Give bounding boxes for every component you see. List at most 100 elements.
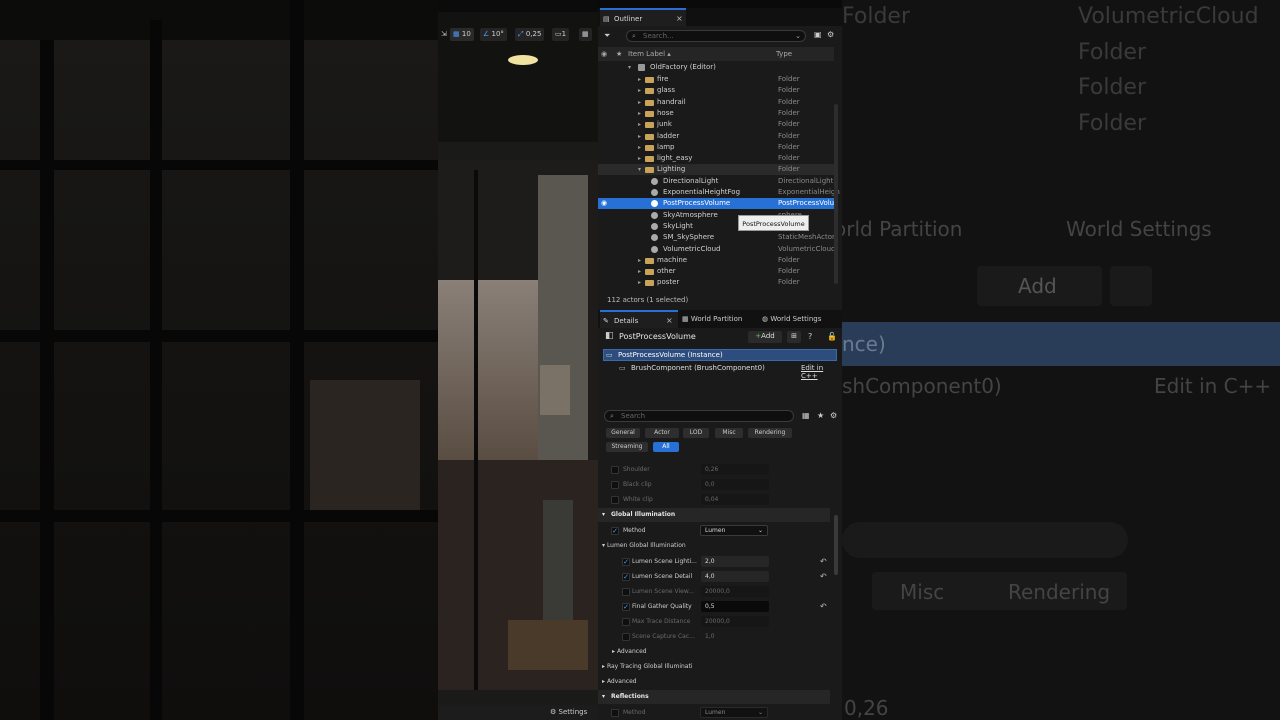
checkbox-checked[interactable]: ✓ — [611, 527, 619, 535]
outliner-row[interactable]: ▸ ladder Folder — [598, 131, 834, 142]
outliner-row[interactable]: ▸ glass Folder — [598, 85, 834, 96]
chevron-right-icon[interactable]: ▸ — [638, 255, 641, 266]
expand-arrow-icon[interactable]: ▾ — [628, 62, 631, 73]
prop-value[interactable]: 0,26 — [701, 464, 769, 475]
eye-icon[interactable]: ◉ — [601, 198, 607, 209]
outliner-row[interactable]: ◉ PostProcessVolume PostProcessVolu — [598, 198, 834, 210]
chevron-right-icon[interactable]: ▸ — [638, 153, 641, 164]
outliner-row[interactable]: ▸ lamp Folder — [598, 142, 834, 153]
chevron-down-icon[interactable]: ⌄ — [795, 31, 801, 41]
outliner-row[interactable]: DirectionalLight DirectionalLight — [598, 176, 834, 187]
section-global-illumination[interactable]: ▾ Global Illumination — [598, 508, 830, 522]
cat-misc[interactable]: Misc — [715, 428, 743, 438]
tab-world-settings[interactable]: ◍ World Settings — [762, 310, 821, 328]
checkbox[interactable] — [622, 588, 630, 596]
instance-row[interactable]: ▭ PostProcessVolume (Instance) — [603, 349, 837, 361]
eye-icon[interactable]: ◉ — [601, 47, 607, 61]
prop-value[interactable]: 0,0 — [701, 479, 769, 490]
component-row[interactable]: ▭ BrushComponent (BrushComponent0) Edit … — [603, 363, 837, 380]
gear-icon[interactable]: ⚙ — [830, 411, 837, 420]
reset-icon[interactable]: ↶ — [820, 599, 827, 614]
chevron-right-icon[interactable]: ▸ — [638, 142, 641, 153]
layout-icon[interactable]: ▦ — [579, 28, 592, 41]
chevron-right-icon[interactable]: ▸ — [638, 131, 641, 142]
cat-rendering[interactable]: Rendering — [748, 428, 792, 438]
details-search-input[interactable]: ⌕ Search — [604, 410, 794, 422]
tab-world-partition[interactable]: ▦ World Partition — [682, 310, 742, 328]
add-component-button[interactable]: +Add — [748, 331, 782, 343]
cat-general[interactable]: General — [606, 428, 640, 438]
star-icon[interactable]: ★ — [817, 411, 824, 420]
outliner-row[interactable]: ▸ junk Folder — [598, 119, 834, 130]
col-item-label[interactable]: Item Label ▴ — [628, 47, 671, 61]
reset-icon[interactable]: ↶ — [820, 554, 827, 569]
reset-icon[interactable]: ↶ — [820, 569, 827, 584]
outliner-row[interactable]: ▸ poster Folder — [598, 277, 834, 288]
table-view-icon[interactable]: ▦ — [802, 411, 810, 420]
filter-icon[interactable]: ⏷ — [604, 31, 610, 41]
prop-value[interactable]: 0,04 — [701, 494, 769, 505]
checkbox[interactable] — [611, 709, 619, 717]
camera-speed-button[interactable]: ▭1 — [552, 28, 570, 41]
method-dropdown[interactable]: Lumen ⌄ — [700, 525, 768, 536]
prop-value[interactable]: 4,0 — [701, 571, 769, 582]
chevron-right-icon[interactable]: ▸ — [638, 266, 641, 277]
scale-snap-button[interactable]: ⤢ 0,25 — [515, 28, 545, 41]
rt-gi-group[interactable]: ▸ Ray Tracing Global Illuminati — [602, 660, 692, 674]
tab-outliner[interactable]: ▤ Outliner × — [600, 8, 686, 26]
prop-value[interactable]: 0,5 — [701, 601, 769, 612]
advanced-group[interactable]: ▸ Advanced — [612, 645, 647, 659]
checkbox[interactable] — [611, 496, 619, 504]
outliner-row[interactable]: ▸ handrail Folder — [598, 97, 834, 108]
chevron-right-icon[interactable]: ▸ — [638, 97, 641, 108]
outliner-root-row[interactable]: ▾ OldFactory (Editor) — [598, 62, 834, 73]
outliner-row[interactable]: ▸ machine Folder — [598, 255, 834, 266]
checkbox-checked[interactable]: ✓ — [622, 573, 630, 581]
prop-value[interactable]: 1,0 — [701, 631, 769, 642]
cat-all[interactable]: All — [653, 442, 679, 452]
cat-actor[interactable]: Actor — [645, 428, 679, 438]
close-icon[interactable]: × — [676, 10, 683, 28]
prop-value[interactable]: 20000,0 — [701, 616, 769, 627]
outliner-row[interactable]: ▸ hose Folder — [598, 108, 834, 119]
lock-icon[interactable]: 🔓 — [827, 332, 837, 341]
help-icon[interactable]: ? — [808, 332, 812, 341]
advanced-group-2[interactable]: ▸ Advanced — [602, 675, 637, 689]
settings-button[interactable]: ⚙ Settings — [550, 708, 587, 716]
outliner-row[interactable]: ExponentialHeightFog ExponentialHeigh — [598, 187, 840, 198]
outliner-row[interactable]: ▸ other Folder — [598, 266, 834, 277]
cat-streaming[interactable]: Streaming — [606, 442, 648, 452]
outliner-search-input[interactable]: ⌕ Search... ⌄ — [626, 30, 806, 42]
chevron-right-icon[interactable]: ▸ — [638, 277, 641, 288]
outliner-row[interactable]: ▸ light_easy Folder — [598, 153, 834, 164]
chevron-right-icon[interactable]: ▸ — [638, 74, 641, 85]
col-type[interactable]: Type — [776, 47, 792, 61]
cat-lod[interactable]: LOD — [683, 428, 709, 438]
details-scrollbar[interactable] — [834, 515, 838, 575]
refl-method-dropdown[interactable]: Lumen ⌄ — [700, 707, 768, 718]
checkbox[interactable] — [611, 466, 619, 474]
outliner-scrollbar[interactable] — [834, 104, 838, 284]
section-reflections[interactable]: ▾ Reflections — [598, 690, 830, 704]
blueprint-icon[interactable]: ⊞ — [787, 331, 801, 343]
chevron-right-icon[interactable]: ▸ — [638, 108, 641, 119]
checkbox-checked[interactable]: ✓ — [622, 603, 630, 611]
level-viewport[interactable] — [438, 0, 598, 720]
transform-icon[interactable]: ⇲ — [438, 28, 447, 41]
outliner-row[interactable]: ▾ Lighting Folder — [598, 164, 834, 176]
checkbox-checked[interactable]: ✓ — [622, 558, 630, 566]
gear-icon[interactable]: ⚙ — [827, 30, 834, 39]
checkbox[interactable] — [611, 481, 619, 489]
prop-value[interactable]: 2,0 — [701, 556, 769, 567]
checkbox[interactable] — [622, 633, 630, 641]
outliner-row[interactable]: ▸ fire Folder — [598, 74, 834, 85]
add-folder-icon[interactable]: ▣ — [814, 30, 822, 39]
prop-value[interactable]: 20000,0 — [701, 586, 769, 597]
outliner-row[interactable]: SM_SkySphere StaticMeshActor — [598, 232, 835, 243]
chevron-right-icon[interactable]: ▸ — [638, 119, 641, 130]
actor-name[interactable]: PostProcessVolume — [619, 332, 696, 341]
chevron-down-icon[interactable]: ▾ — [638, 164, 641, 175]
rotation-snap-button[interactable]: ∠ 10° — [480, 28, 507, 41]
checkbox[interactable] — [622, 618, 630, 626]
star-icon[interactable]: ★ — [616, 47, 622, 61]
